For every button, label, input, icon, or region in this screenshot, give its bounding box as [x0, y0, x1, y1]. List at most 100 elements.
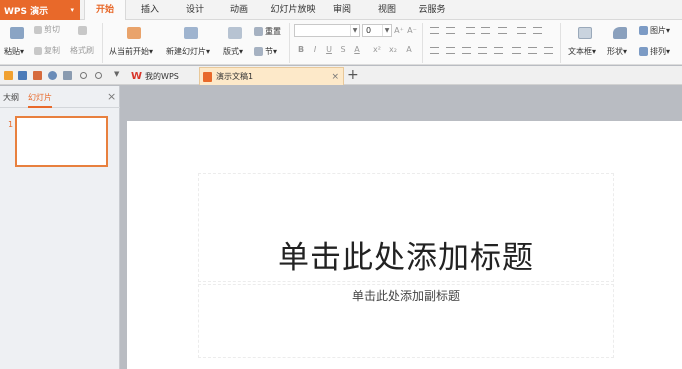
italic-button[interactable]: I [310, 45, 320, 54]
section-label: 节▾ [265, 47, 278, 56]
redo-icon[interactable] [95, 72, 102, 79]
quick-access-bar: ▼ W 我的WPS 演示文稿1 × + [0, 66, 682, 85]
justify-icon[interactable] [478, 47, 487, 54]
new-slide-button[interactable]: 新建幻灯片▾ [166, 46, 210, 57]
arrange-icon [639, 47, 648, 56]
close-tab-icon[interactable]: × [331, 72, 339, 82]
tab-view[interactable]: 视图 [372, 0, 402, 20]
smartart-icon[interactable] [528, 47, 537, 54]
slides-panel: 大纲 幻灯片 × 1 [0, 86, 120, 369]
distribute-icon[interactable] [494, 47, 503, 54]
undo-icon[interactable] [80, 72, 87, 79]
grow-font-button[interactable]: A⁺ [394, 26, 404, 35]
tab-outline[interactable]: 大纲 [3, 92, 19, 103]
section-icon [254, 47, 263, 56]
paste-icon [10, 27, 24, 39]
slide-editor: 单击此处添加标题 单击此处添加副标题 [121, 86, 682, 369]
shapes-button[interactable]: 形状▾ [607, 46, 627, 57]
numbering-icon[interactable] [446, 27, 455, 34]
font-size-select[interactable]: 0 ▼ [362, 24, 392, 37]
slide-thumbnail[interactable] [15, 116, 108, 167]
font-color-button[interactable]: A [352, 45, 362, 54]
tab-my-wps[interactable]: W 我的WPS [127, 67, 197, 85]
ribbon: 粘贴▾ 剪切 复制 格式刷 从当前开始▾ 新建幻灯片▾ 版式▾ 重置 节▾ ▼ … [0, 20, 682, 65]
app-name: WPS 演示 [4, 6, 49, 17]
ribbon-divider [289, 23, 290, 63]
brush-icon [78, 26, 87, 35]
menu-bar: WPS 演示 ▾ 开始 插入 设计 动画 幻灯片放映 审阅 视图 云服务 [0, 0, 682, 21]
copy-button[interactable]: 复制 [34, 45, 60, 56]
shadow-button[interactable]: S [338, 45, 348, 54]
picture-button[interactable]: 图片▾ [639, 25, 670, 36]
arrange-label: 排列▾ [650, 47, 671, 56]
scissors-icon [34, 25, 42, 34]
cut-label: 剪切 [44, 25, 60, 34]
reset-icon [254, 27, 263, 36]
cut-button[interactable]: 剪切 [34, 24, 60, 35]
shrink-font-button[interactable]: A⁻ [407, 26, 417, 35]
reset-label: 重置 [265, 27, 281, 36]
align-center-icon[interactable] [446, 47, 455, 54]
superscript-button[interactable]: x² [372, 45, 382, 54]
tab-my-wps-label: 我的WPS [145, 71, 179, 81]
section-button[interactable]: 节▾ [254, 46, 277, 57]
title-placeholder[interactable]: 单击此处添加标题 [198, 173, 614, 282]
text-effects-icon[interactable] [544, 47, 553, 54]
app-menu-button[interactable]: WPS 演示 ▾ [0, 0, 80, 20]
copy-icon [34, 46, 42, 55]
format-painter-button[interactable]: 格式刷 [70, 45, 94, 56]
close-panel-icon[interactable]: × [107, 90, 116, 103]
align-text-icon[interactable] [533, 27, 542, 34]
play-from-current-icon [127, 27, 141, 39]
tab-cloud[interactable]: 云服务 [414, 0, 450, 20]
customize-arrow-icon[interactable]: ▼ [114, 70, 119, 78]
text-direction-icon[interactable] [517, 27, 526, 34]
textbox-icon [578, 27, 592, 39]
tab-current-document-label: 演示文稿1 [216, 72, 254, 81]
picture-icon [639, 26, 648, 35]
tab-home[interactable]: 开始 [84, 0, 126, 21]
slide[interactable]: 单击此处添加标题 单击此处添加副标题 [127, 121, 682, 369]
new-tab-icon[interactable]: + [347, 67, 359, 83]
chevron-down-icon: ▼ [350, 25, 359, 36]
play-from-current-button[interactable]: 从当前开始▾ [109, 46, 153, 57]
layout-button[interactable]: 版式▾ [223, 46, 243, 57]
subtitle-placeholder[interactable]: 单击此处添加副标题 [198, 284, 614, 358]
underline-button[interactable]: U [324, 45, 334, 54]
decrease-indent-icon[interactable] [466, 27, 475, 34]
bold-button[interactable]: B [296, 45, 306, 54]
increase-indent-icon[interactable] [481, 27, 490, 34]
presentation-file-icon [203, 71, 212, 82]
paste-button[interactable]: 粘贴▾ [4, 46, 24, 57]
subscript-button[interactable]: x₂ [388, 45, 398, 54]
wps-logo-icon: W [131, 70, 143, 82]
tab-slides[interactable]: 幻灯片 [28, 92, 52, 108]
ribbon-divider [102, 23, 103, 63]
open-folder-icon[interactable] [4, 71, 13, 80]
ribbon-divider [560, 23, 561, 63]
align-right-icon[interactable] [462, 47, 471, 54]
line-spacing-icon[interactable] [498, 27, 507, 34]
tab-design[interactable]: 设计 [178, 0, 212, 20]
tab-slideshow[interactable]: 幻灯片放映 [265, 0, 321, 20]
font-name-select[interactable]: ▼ [294, 24, 360, 37]
picture-label: 图片▾ [650, 26, 671, 35]
app-menu-arrow-icon: ▾ [70, 6, 74, 14]
columns-icon[interactable] [512, 47, 521, 54]
export-pdf-icon[interactable] [33, 71, 42, 80]
print-icon[interactable] [48, 71, 57, 80]
title-placeholder-text: 单击此处添加标题 [278, 240, 534, 276]
arrange-button[interactable]: 排列▾ [639, 46, 670, 57]
bullets-icon[interactable] [430, 27, 439, 34]
tab-animation[interactable]: 动画 [222, 0, 256, 20]
tab-current-document[interactable]: 演示文稿1 × [199, 67, 344, 85]
preview-icon[interactable] [63, 71, 72, 80]
align-left-icon[interactable] [430, 47, 439, 54]
save-icon[interactable] [18, 71, 27, 80]
clear-format-button[interactable]: A [404, 45, 414, 54]
tab-insert[interactable]: 插入 [134, 0, 166, 20]
copy-label: 复制 [44, 46, 60, 55]
tab-review[interactable]: 审阅 [328, 0, 356, 20]
textbox-button[interactable]: 文本框▾ [568, 46, 596, 57]
reset-button[interactable]: 重置 [254, 26, 281, 37]
